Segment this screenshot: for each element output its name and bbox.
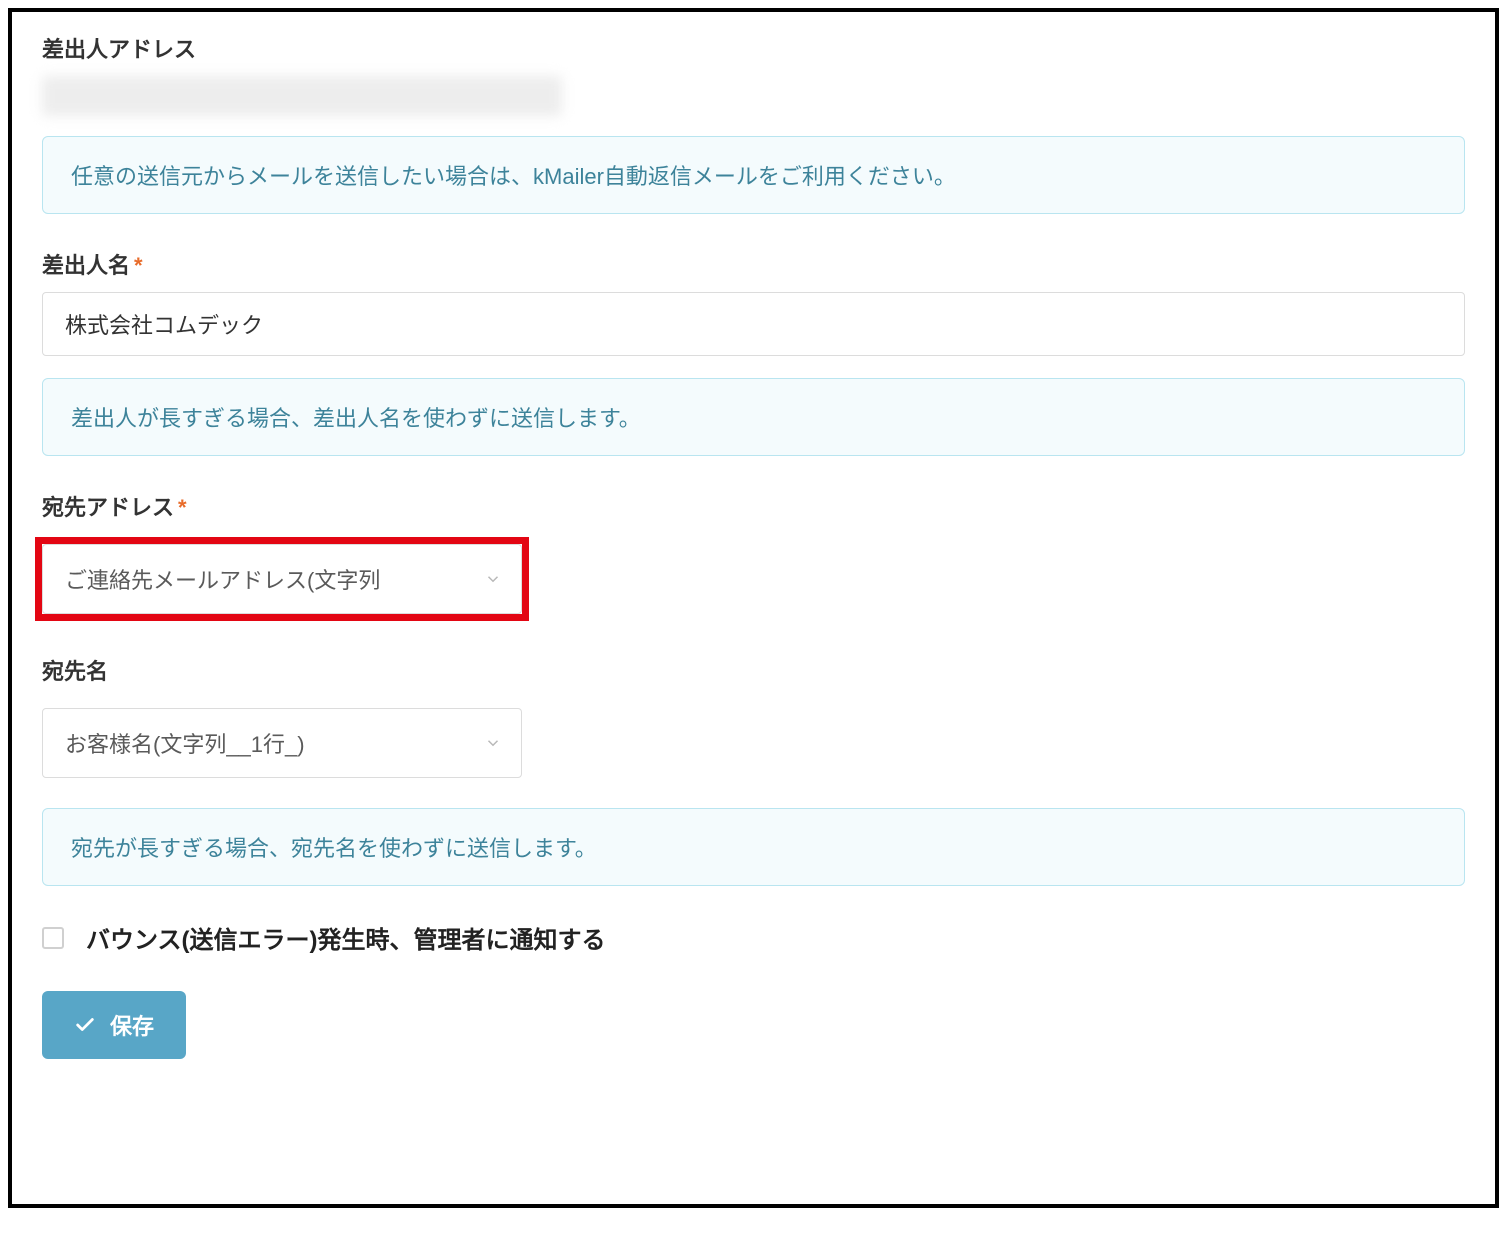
sender-name-input[interactable] [42,292,1465,356]
sender-address-value-redacted [42,76,562,116]
sender-name-info: 差出人が長すぎる場合、差出人名を使わずに送信します。 [42,378,1465,456]
sender-address-label: 差出人アドレス [42,32,1465,64]
bounce-notify-checkbox[interactable] [42,927,64,949]
save-button[interactable]: 保存 [42,991,186,1059]
sender-name-label-text: 差出人名 [42,253,130,278]
dest-address-select-value: ご連絡先メールアドレス(文字列 [42,544,522,614]
dest-name-info: 宛先が長すぎる場合、宛先名を使わずに送信します。 [42,808,1465,886]
dest-name-section: 宛先名 お客様名(文字列__1行_) 宛先が長すぎる場合、宛先名を使わずに送信し… [42,654,1465,886]
bounce-notify-label: バウンス(送信エラー)発生時、管理者に通知する [86,920,606,955]
check-icon [74,1014,96,1036]
form-container: 差出人アドレス 任意の送信元からメールを送信したい場合は、kMailer自動返信… [8,8,1499,1208]
dest-name-select-value: お客様名(文字列__1行_) [42,708,522,778]
sender-name-section: 差出人名* 差出人が長すぎる場合、差出人名を使わずに送信します。 [42,248,1465,456]
dest-name-select[interactable]: お客様名(文字列__1行_) [42,708,522,778]
dest-name-label-text: 宛先名 [42,659,108,684]
sender-address-info: 任意の送信元からメールを送信したい場合は、kMailer自動返信メールをご利用く… [42,136,1465,214]
sender-name-label: 差出人名* [42,248,1465,280]
sender-address-section: 差出人アドレス 任意の送信元からメールを送信したい場合は、kMailer自動返信… [42,32,1465,214]
dest-address-select[interactable]: ご連絡先メールアドレス(文字列 [42,544,522,614]
sender-address-label-text: 差出人アドレス [42,37,196,62]
required-mark: * [178,495,187,520]
save-button-label: 保存 [110,1009,154,1041]
dest-address-label: 宛先アドレス* [42,490,1465,522]
dest-address-section: 宛先アドレス* ご連絡先メールアドレス(文字列 [42,490,1465,644]
bounce-notify-row: バウンス(送信エラー)発生時、管理者に通知する [42,920,1465,955]
dest-address-label-text: 宛先アドレス [42,495,174,520]
required-mark: * [134,253,143,278]
dest-name-label: 宛先名 [42,654,1465,686]
